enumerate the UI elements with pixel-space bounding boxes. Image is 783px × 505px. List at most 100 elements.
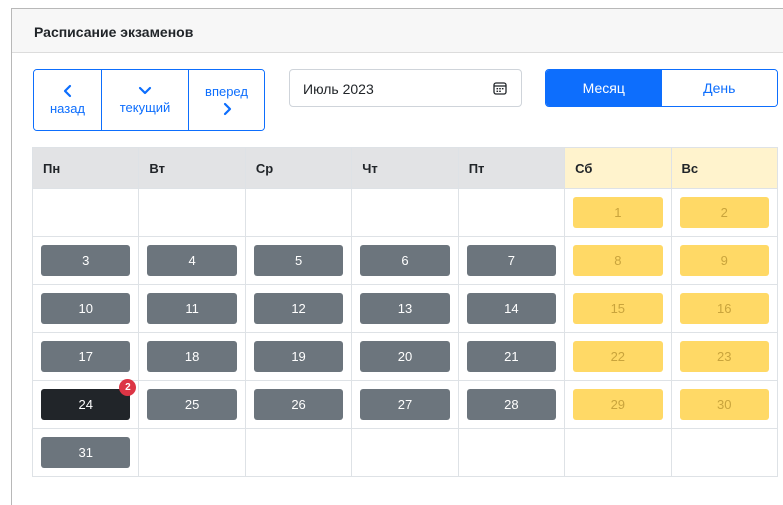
month-picker-value: Июль 2023 xyxy=(303,81,374,97)
day-button[interactable]: 6 xyxy=(360,245,450,276)
day-cell: 27 xyxy=(351,380,459,429)
empty-day-cell xyxy=(244,188,353,237)
exam-schedule-card: Расписание экзаменов назад текущий впере… xyxy=(11,8,783,505)
chevron-down-icon xyxy=(138,86,152,95)
day-cell: 20 xyxy=(351,332,459,381)
day-button[interactable]: 11 xyxy=(147,293,237,324)
next-button-label: вперед xyxy=(205,84,248,99)
day-cell: 11 xyxy=(138,284,246,333)
weekday-header-row: Пн Вт Ср Чт Пт Сб Вс xyxy=(31,147,779,189)
event-count-badge: 2 xyxy=(119,379,137,396)
day-cell: 3 xyxy=(31,236,140,285)
day-button[interactable]: 9 xyxy=(679,245,769,276)
weekday-header: Чт xyxy=(351,147,459,189)
day-button[interactable]: 29 xyxy=(573,389,663,420)
navigation-button-group: назад текущий вперед xyxy=(33,69,265,131)
month-picker-input[interactable]: Июль 2023 xyxy=(289,69,522,107)
day-button[interactable]: 7 xyxy=(466,245,557,276)
day-cell: 1 xyxy=(564,188,672,237)
calendar-week-row: 1 2 xyxy=(31,188,779,237)
day-cell: 31 xyxy=(31,428,140,477)
calendar-week-row: 17 18 19 20 21 22 23 xyxy=(31,332,779,381)
empty-day-cell xyxy=(564,428,672,477)
weekday-header: Пн xyxy=(31,147,140,189)
day-cell: 26 xyxy=(244,380,353,429)
day-button[interactable]: 4 xyxy=(147,245,237,276)
day-cell: 6 xyxy=(351,236,459,285)
day-cell: 28 xyxy=(457,380,566,429)
calendar-week-row: 24 2 25 26 27 28 29 30 xyxy=(31,379,779,429)
day-button[interactable]: 12 xyxy=(253,293,344,324)
next-button[interactable]: вперед xyxy=(188,70,264,130)
weekday-header: Сб xyxy=(564,147,672,189)
weekday-header: Ср xyxy=(244,147,353,189)
today-day-button[interactable]: 24 2 xyxy=(41,379,137,420)
calendar-icon[interactable] xyxy=(493,81,507,95)
day-cell: 14 xyxy=(457,284,566,333)
day-button[interactable]: 18 xyxy=(147,341,237,372)
weekday-header: Вт xyxy=(138,147,246,189)
month-calendar: Пн Вт Ср Чт Пт Сб Вс 1 2 3 4 5 6 7 8 9 1… xyxy=(31,147,779,477)
day-button[interactable]: 14 xyxy=(466,293,557,324)
day-cell: 18 xyxy=(138,332,246,381)
day-cell: 4 xyxy=(138,236,246,285)
day-cell: 25 xyxy=(138,380,246,429)
day-cell: 10 xyxy=(31,284,140,333)
calendar-week-row: 3 4 5 6 7 8 9 xyxy=(31,236,779,285)
empty-day-cell xyxy=(244,428,353,477)
day-button[interactable]: 8 xyxy=(573,245,663,276)
empty-day-cell xyxy=(351,188,459,237)
day-view-button[interactable]: День xyxy=(661,70,777,106)
prev-button-label: назад xyxy=(49,101,86,116)
day-button[interactable]: 5 xyxy=(253,245,344,276)
calendar-week-row: 31 xyxy=(31,428,779,477)
day-cell: 12 xyxy=(244,284,353,333)
day-button[interactable]: 26 xyxy=(253,389,344,420)
day-cell: 16 xyxy=(670,284,779,333)
day-cell: 22 xyxy=(564,332,672,381)
empty-day-cell xyxy=(670,428,779,477)
day-cell: 9 xyxy=(670,236,779,285)
empty-day-cell xyxy=(351,428,459,477)
weekday-header: Пт xyxy=(457,147,566,189)
prev-button[interactable]: назад xyxy=(34,70,101,130)
day-number: 24 xyxy=(78,397,93,412)
day-button[interactable]: 28 xyxy=(466,389,557,420)
day-cell: 15 xyxy=(564,284,672,333)
day-button[interactable]: 10 xyxy=(41,293,131,324)
day-button[interactable]: 1 xyxy=(573,197,663,228)
day-button[interactable]: 31 xyxy=(41,437,131,468)
day-button[interactable]: 17 xyxy=(41,341,131,372)
empty-day-cell xyxy=(457,428,566,477)
day-button[interactable]: 13 xyxy=(360,293,450,324)
day-button[interactable]: 19 xyxy=(253,341,344,372)
day-cell: 13 xyxy=(351,284,459,333)
day-button[interactable]: 30 xyxy=(679,389,769,420)
day-button[interactable]: 25 xyxy=(147,389,237,420)
empty-day-cell xyxy=(31,188,140,237)
day-cell: 5 xyxy=(244,236,353,285)
day-button[interactable]: 23 xyxy=(679,341,769,372)
today-button-label: текущий xyxy=(119,100,171,115)
day-button[interactable]: 20 xyxy=(360,341,450,372)
day-cell: 8 xyxy=(564,236,672,285)
day-cell: 30 xyxy=(670,380,779,429)
month-view-button[interactable]: Месяц xyxy=(546,70,662,106)
day-cell: 21 xyxy=(457,332,566,381)
day-cell: 19 xyxy=(244,332,353,381)
day-cell: 7 xyxy=(457,236,566,285)
chevron-left-icon xyxy=(63,84,71,98)
card-header: Расписание экзаменов xyxy=(12,9,783,53)
view-switch: Месяц День xyxy=(545,69,778,107)
day-button[interactable]: 22 xyxy=(573,341,663,372)
day-button[interactable]: 21 xyxy=(466,341,557,372)
page-title: Расписание экзаменов xyxy=(34,24,194,40)
day-button[interactable]: 2 xyxy=(679,197,769,228)
day-button[interactable]: 15 xyxy=(573,293,663,324)
day-button[interactable]: 16 xyxy=(679,293,769,324)
calendar-week-row: 10 11 12 13 14 15 16 xyxy=(31,284,779,333)
today-button[interactable]: текущий xyxy=(101,70,188,130)
day-cell: 2 xyxy=(670,188,779,237)
day-button[interactable]: 27 xyxy=(360,389,450,420)
day-button[interactable]: 3 xyxy=(41,245,131,276)
